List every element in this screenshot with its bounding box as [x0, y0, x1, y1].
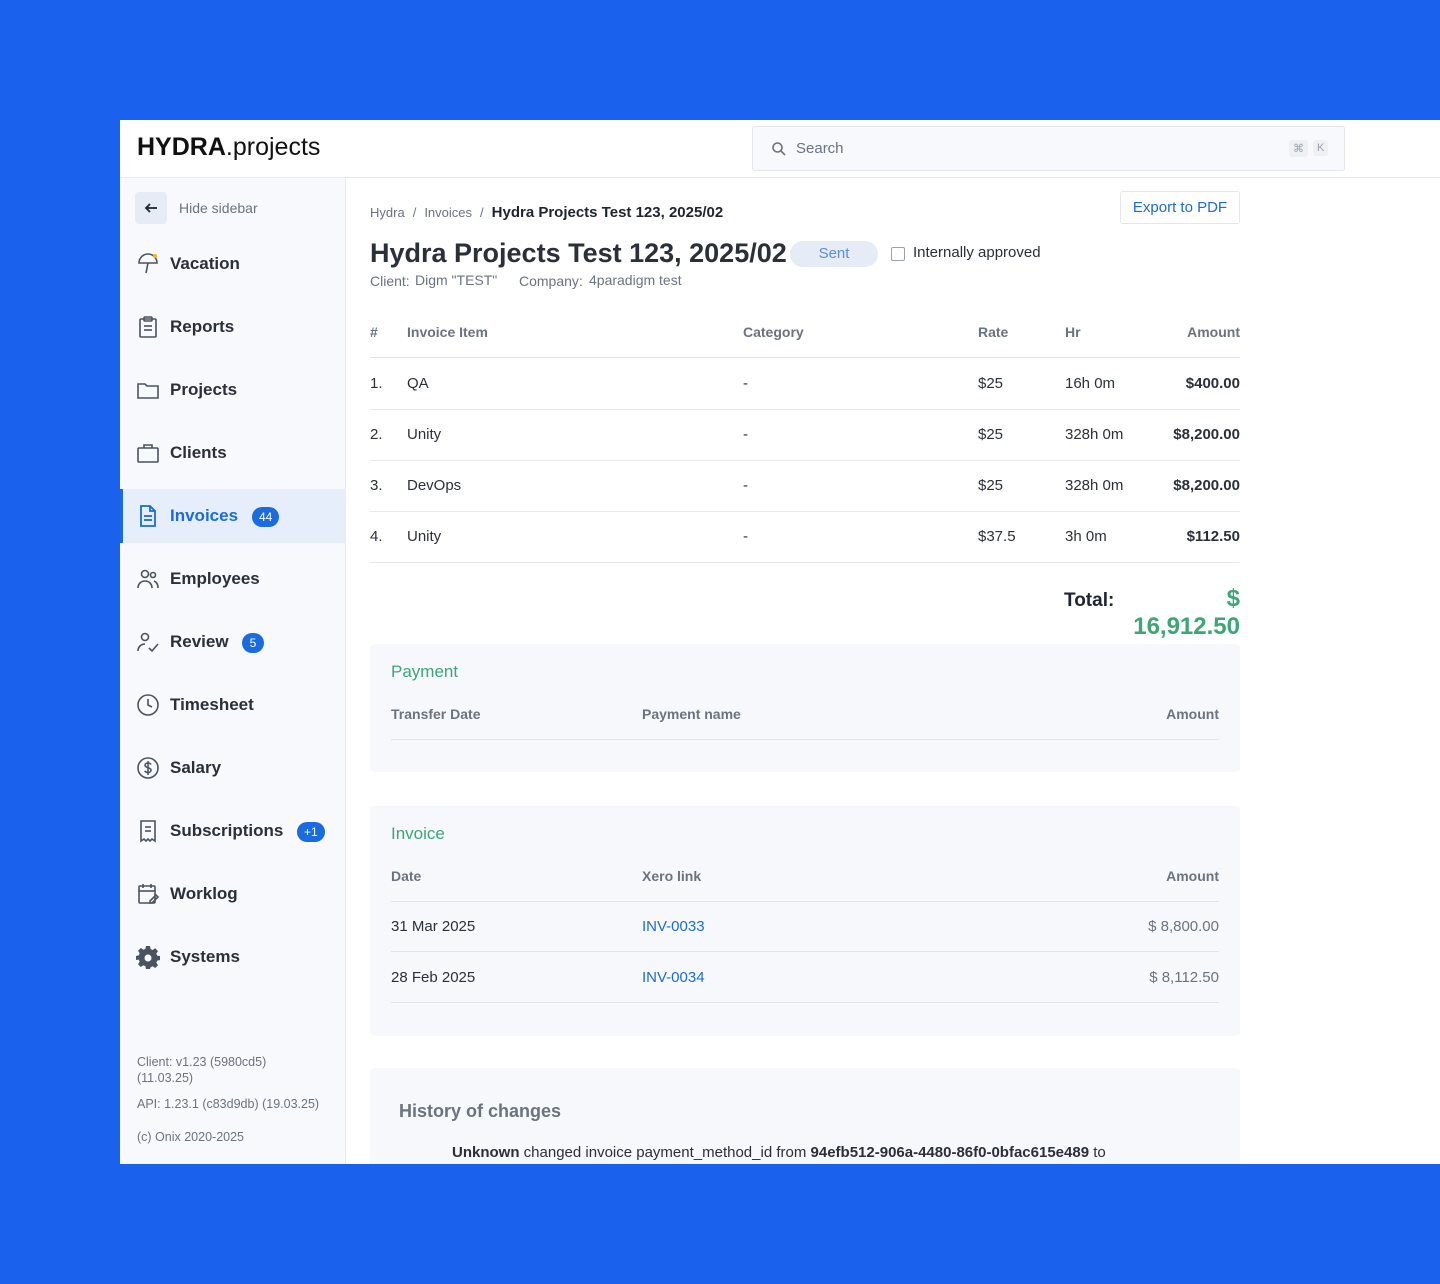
- clipboard-icon: [139, 316, 157, 338]
- invoices-count-badge: 44: [252, 507, 280, 527]
- internally-approved-label[interactable]: Internally approved: [913, 244, 1041, 261]
- items-table-header: # Invoice Item Category Rate Hr Amount: [370, 316, 1240, 358]
- breadcrumb-invoices[interactable]: Invoices: [424, 205, 472, 220]
- document-icon: [140, 505, 156, 527]
- search-icon: [772, 142, 786, 156]
- history-card: History of changes Unknown changed invoi…: [370, 1068, 1240, 1164]
- sidebar-item-clients[interactable]: Clients: [120, 426, 346, 480]
- invoice-card-title: Invoice: [391, 824, 445, 843]
- briefcase-icon: [137, 444, 159, 463]
- table-row[interactable]: 3. DevOps - $25 328h 0m $8,200.00: [370, 461, 1240, 512]
- dollar-circle-icon: [137, 757, 159, 779]
- search-placeholder: Search: [796, 140, 844, 157]
- export-pdf-button[interactable]: Export to PDF: [1120, 191, 1240, 224]
- sidebar-item-vacation[interactable]: Vacation: [120, 237, 346, 291]
- api-version: API: 1.23.1 (c83d9db) (19.03.25): [137, 1097, 320, 1111]
- hide-sidebar-button[interactable]: [135, 192, 167, 224]
- internally-approved-checkbox[interactable]: [891, 247, 905, 261]
- sidebar-item-timesheet[interactable]: Timesheet: [120, 678, 346, 732]
- shortcut-key: K: [1313, 140, 1329, 156]
- divider: [391, 739, 1219, 740]
- subscriptions-badge: +1: [297, 822, 325, 842]
- breadcrumb: Hydra / Invoices / Hydra Projects Test 123, …: [370, 204, 724, 221]
- company-label: Company:: [519, 273, 583, 289]
- history-entry: Unknown changed invoice payment_method_i…: [452, 1144, 1106, 1161]
- clock-icon: [137, 694, 159, 716]
- client-version: Client: v1.23 (5980cd5): [137, 1055, 267, 1069]
- top-bar: HYDRA.projects Search ⌘ K: [120, 120, 1440, 178]
- sidebar-item-worklog[interactable]: Worklog: [120, 867, 346, 921]
- shortcut-mod: ⌘: [1289, 140, 1308, 157]
- invoice-card: Invoice Date Xero link Amount 31 Mar 202…: [370, 806, 1240, 1036]
- folder-icon: [137, 383, 159, 399]
- sidebar-item-review[interactable]: Review 5: [120, 615, 346, 669]
- sidebar-item-systems[interactable]: Systems: [120, 930, 346, 984]
- invoice-date: 28 Feb 2025: [391, 969, 476, 986]
- umbrella-icon: [138, 253, 158, 274]
- search-input[interactable]: Search ⌘ K: [752, 126, 1345, 171]
- history-title: History of changes: [399, 1101, 562, 1121]
- sidebar: Hide sidebar Vacation Reports Projects C…: [120, 178, 346, 1164]
- xero-link[interactable]: INV-0034: [642, 969, 705, 986]
- arrow-left-icon: [144, 203, 157, 213]
- page-title: Hydra Projects Test 123, 2025/02: [370, 238, 787, 268]
- invoice-date: 31 Mar 2025: [391, 918, 476, 935]
- client-label: Client:: [370, 273, 410, 289]
- table-row[interactable]: 1. QA - $25 16h 0m $400.00: [370, 359, 1240, 410]
- brand-logo[interactable]: HYDRA.projects: [137, 133, 320, 162]
- copyright: (c) Onix 2020-2025: [137, 1130, 245, 1144]
- status-badge: Sent: [790, 241, 878, 267]
- invoice-amount: $ 8,800.00: [1148, 918, 1219, 935]
- client-link[interactable]: Digm "TEST": [415, 272, 497, 288]
- user-check-icon: [137, 632, 159, 653]
- divider: [391, 951, 1219, 952]
- breadcrumb-hydra[interactable]: Hydra: [370, 205, 405, 220]
- hide-sidebar-label[interactable]: Hide sidebar: [179, 200, 258, 216]
- sidebar-item-invoices[interactable]: Invoices 44: [120, 489, 346, 543]
- sidebar-item-subscriptions[interactable]: Subscriptions +1: [120, 804, 346, 858]
- breadcrumb-current: Hydra Projects Test 123, 2025/02: [491, 204, 724, 221]
- users-icon: [137, 569, 159, 589]
- divider: [391, 1002, 1219, 1003]
- sidebar-item-projects[interactable]: Projects: [120, 363, 346, 417]
- divider: [391, 901, 1219, 902]
- payment-title: Payment: [391, 662, 459, 681]
- app-window: HYDRA.projects Search ⌘ K Hide sidebar V…: [120, 120, 1440, 1164]
- table-row[interactable]: 2. Unity - $25 328h 0m $8,200.00: [370, 410, 1240, 461]
- gear-icon: [136, 946, 160, 969]
- review-count-badge: 5: [242, 633, 264, 653]
- client-date: (11.03.25): [137, 1071, 194, 1085]
- company-link[interactable]: 4paradigm test: [589, 272, 682, 288]
- main-content: Hydra / Invoices / Hydra Projects Test 123, …: [346, 178, 1440, 1164]
- payment-card: Payment Transfer Date Payment name Amoun…: [370, 644, 1240, 772]
- calendar-edit-icon: [138, 884, 160, 904]
- total-value: $ 16,912.50: [1133, 585, 1240, 640]
- total-label: Total:: [1064, 590, 1115, 611]
- invoice-amount: $ 8,112.50: [1149, 969, 1219, 986]
- table-row[interactable]: 4. Unity - $37.5 3h 0m $112.50: [370, 512, 1240, 563]
- sidebar-item-employees[interactable]: Employees: [120, 552, 346, 606]
- sidebar-item-reports[interactable]: Reports: [120, 300, 346, 354]
- xero-link[interactable]: INV-0033: [642, 918, 705, 935]
- sidebar-item-salary[interactable]: Salary: [120, 741, 346, 795]
- receipt-icon: [140, 820, 156, 843]
